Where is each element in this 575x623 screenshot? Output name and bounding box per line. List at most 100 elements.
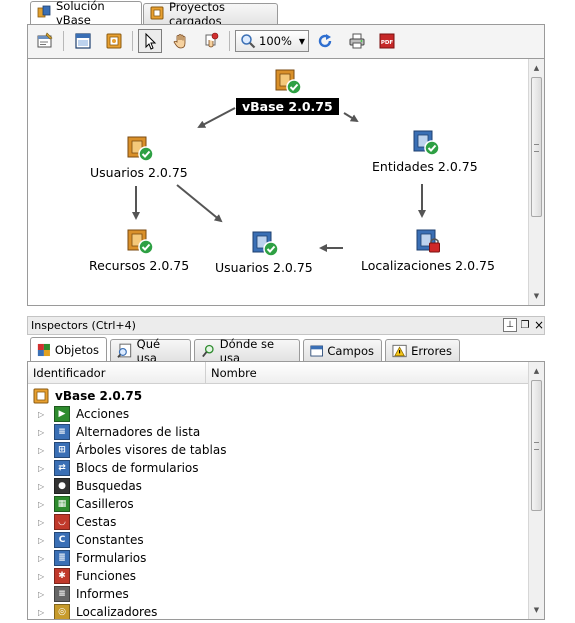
tab-label: Errores bbox=[411, 343, 452, 358]
column-header-identificador[interactable]: Identificador bbox=[28, 362, 206, 384]
tab-errores[interactable]: Errores bbox=[385, 339, 460, 361]
package-orange-check-icon bbox=[127, 229, 154, 255]
scrollbar-thumb[interactable] bbox=[531, 77, 542, 217]
projects-icon bbox=[150, 6, 164, 23]
tree-item[interactable]: ▷ ≡ Informes bbox=[28, 585, 129, 603]
list-vertical-scrollbar[interactable]: ▲ ▼ bbox=[528, 362, 544, 619]
scrollbar-thumb[interactable] bbox=[531, 380, 542, 511]
expand-arrow-icon[interactable]: ▷ bbox=[38, 554, 48, 563]
expand-arrow-icon[interactable]: ▷ bbox=[38, 482, 48, 491]
pointer-icon bbox=[145, 32, 157, 50]
project-button[interactable] bbox=[102, 29, 126, 53]
node-label: vBase 2.0.75 bbox=[236, 98, 339, 115]
scroll-down-icon[interactable]: ▼ bbox=[529, 603, 544, 617]
tab-campos[interactable]: Campos bbox=[303, 339, 382, 361]
print-button[interactable] bbox=[345, 29, 369, 53]
basket-icon: ◡ bbox=[54, 514, 70, 530]
expand-arrow-icon[interactable]: ▷ bbox=[38, 608, 48, 617]
tab-donde-se-usa[interactable]: Dónde se usa bbox=[194, 337, 300, 365]
pdf-icon: PDF bbox=[379, 33, 395, 49]
scroll-up-icon[interactable]: ▲ bbox=[529, 364, 544, 378]
float-window-icon: ❐ bbox=[520, 319, 530, 331]
tab-objetos[interactable]: Objetos bbox=[30, 337, 107, 361]
refresh-icon bbox=[318, 34, 332, 48]
grip-icon bbox=[534, 144, 539, 152]
tree-item[interactable]: ▷ ⇄ Blocs de formularios bbox=[28, 459, 199, 477]
package-orange-check-icon bbox=[127, 136, 154, 162]
tree-item[interactable]: ▷ ⊞ Árboles visores de tablas bbox=[28, 441, 226, 459]
tree-item[interactable]: ▷ ▦ Casilleros bbox=[28, 495, 134, 513]
properties-icon bbox=[37, 32, 53, 48]
pin-icon: ⊥ bbox=[506, 320, 514, 330]
diagram-node-localizaciones[interactable]: Localizaciones 2.0.75 bbox=[361, 224, 495, 273]
window-button[interactable] bbox=[71, 29, 95, 53]
diagram-canvas[interactable]: vBase 2.0.75 Usuarios 2.0.75 Entidades 2… bbox=[27, 58, 545, 306]
expand-arrow-icon[interactable]: ▷ bbox=[38, 536, 48, 545]
arrow-root-usuarios bbox=[197, 107, 236, 128]
pin-tool-button[interactable] bbox=[200, 29, 224, 53]
tree-item[interactable]: ▷ C Constantes bbox=[28, 531, 144, 549]
toolbar-separator bbox=[132, 31, 133, 51]
diagram-node-root[interactable]: vBase 2.0.75 bbox=[236, 64, 339, 115]
tree-item[interactable]: ▷ ◎ Localizadores bbox=[28, 603, 158, 619]
node-label: Recursos 2.0.75 bbox=[89, 258, 190, 273]
diagram-node-entidades[interactable]: Entidades 2.0.75 bbox=[372, 125, 478, 174]
float-panel-button[interactable]: ❐ bbox=[518, 318, 532, 332]
package-orange-check-icon bbox=[275, 69, 303, 95]
expand-arrow-icon[interactable]: ▷ bbox=[38, 428, 48, 437]
lockers-icon: ▦ bbox=[54, 496, 70, 512]
expand-arrow-icon[interactable]: ▷ bbox=[38, 410, 48, 419]
tab-solucion-vbase[interactable]: Solución vBase bbox=[30, 0, 142, 27]
pin-panel-button[interactable]: ⊥ bbox=[503, 318, 517, 332]
diagram-node-usuarios-mid[interactable]: Usuarios 2.0.75 bbox=[215, 226, 313, 275]
scroll-up-icon[interactable]: ▲ bbox=[529, 61, 544, 75]
tree-item-label: Formularios bbox=[76, 551, 147, 565]
close-panel-button[interactable]: × bbox=[532, 318, 546, 332]
print-icon bbox=[349, 33, 365, 49]
pdf-export-button[interactable]: PDF bbox=[375, 29, 399, 53]
arrow-usuarios-usuarios bbox=[176, 184, 223, 223]
toolbar-separator bbox=[63, 31, 64, 51]
tree-viewer-icon: ⊞ bbox=[54, 442, 70, 458]
tree-item[interactable]: ▷ ✱ Funciones bbox=[28, 567, 136, 585]
diagram-vertical-scrollbar[interactable]: ▲ ▼ bbox=[528, 59, 544, 305]
chevron-down-icon: ▼ bbox=[298, 36, 306, 46]
refresh-button[interactable] bbox=[313, 29, 337, 53]
tree-item-label: Localizadores bbox=[76, 605, 158, 619]
tree-item-label: Funciones bbox=[76, 569, 136, 583]
inspectors-title-bar: Inspectors (Ctrl+4) bbox=[27, 316, 545, 335]
tree-item[interactable]: ▷ ≣ Formularios bbox=[28, 549, 146, 567]
tree-item-label: Acciones bbox=[76, 407, 130, 421]
expand-arrow-icon[interactable]: ▷ bbox=[38, 572, 48, 581]
tree-root-item[interactable]: vBase 2.0.75 bbox=[28, 387, 142, 405]
grip-icon bbox=[534, 442, 539, 450]
expand-arrow-icon[interactable]: ▷ bbox=[38, 590, 48, 599]
scroll-down-icon[interactable]: ▼ bbox=[529, 289, 544, 303]
package-blue-check-icon bbox=[252, 231, 279, 257]
diagram-node-usuarios-left[interactable]: Usuarios 2.0.75 bbox=[90, 131, 188, 180]
expand-arrow-icon[interactable]: ▷ bbox=[38, 446, 48, 455]
window-icon bbox=[75, 33, 91, 49]
diagram-node-recursos[interactable]: Recursos 2.0.75 bbox=[89, 224, 189, 273]
tree-item[interactable]: ▷ ▶ Acciones bbox=[28, 405, 129, 423]
package-blue-check-icon bbox=[413, 130, 440, 156]
tree-item[interactable]: ▷ ● Busquedas bbox=[28, 477, 142, 495]
zoom-value: 100% bbox=[259, 34, 292, 48]
node-label: Usuarios 2.0.75 bbox=[215, 260, 313, 275]
pointer-tool-button[interactable] bbox=[138, 29, 162, 53]
objects-tree-list[interactable]: Identificador Nombre vBase 2.0.75 ▷ ▶ Acci… bbox=[27, 361, 545, 620]
expand-arrow-icon[interactable]: ▷ bbox=[38, 500, 48, 509]
tab-proyectos-cargados[interactable]: Proyectos cargados bbox=[143, 0, 278, 28]
tree-item[interactable]: ▷ ◡ Cestas bbox=[28, 513, 116, 531]
properties-button[interactable] bbox=[33, 29, 57, 53]
expand-arrow-icon[interactable]: ▷ bbox=[38, 464, 48, 473]
tree-item-label: Alternadores de lista bbox=[76, 425, 201, 439]
column-header-nombre[interactable]: Nombre bbox=[206, 362, 530, 384]
locator-icon: ◎ bbox=[54, 604, 70, 619]
zoom-select[interactable]: 100% ▼ bbox=[235, 30, 309, 52]
tree-item[interactable]: ▷ ≡ Alternadores de lista bbox=[28, 423, 200, 441]
objects-icon bbox=[37, 343, 50, 356]
expand-arrow-icon[interactable]: ▷ bbox=[38, 518, 48, 527]
hand-tool-button[interactable] bbox=[169, 29, 193, 53]
tab-que-usa[interactable]: Qué usa bbox=[110, 337, 191, 365]
